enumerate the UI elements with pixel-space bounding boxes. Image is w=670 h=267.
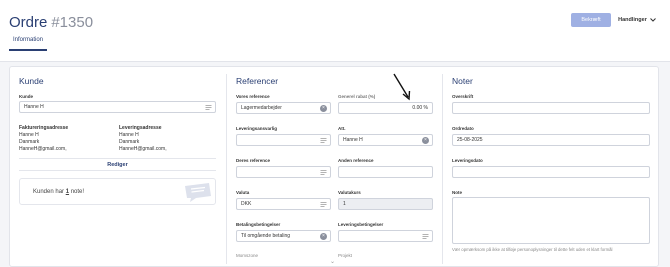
delivery-line: HanneH@gmail.com, [119, 146, 167, 152]
momszone-label: Momszone [236, 253, 259, 258]
delivery-heading: Leveringsadresse [119, 125, 162, 131]
note-icon [185, 183, 211, 202]
list-icon [320, 202, 327, 207]
confirm-button[interactable]: Bekræft [571, 13, 611, 27]
vores-reference-label: Vores reference [236, 94, 270, 99]
valuta-value: DKK [241, 201, 252, 207]
billing-heading: Faktureringsadresse [19, 125, 69, 131]
delivery-line: Hanne H [119, 132, 139, 138]
deres-reference-label: Deres reference [236, 158, 271, 163]
anden-reference-input[interactable] [338, 166, 433, 178]
valutakurs-input: 1 [338, 198, 433, 210]
projekt-label: Projekt [338, 253, 353, 258]
generel-rabat-value: 0.00 % [412, 105, 428, 111]
page-title: Ordre #1350 [9, 14, 93, 31]
scroll-down-icon[interactable]: ⌄ [330, 258, 335, 265]
betalingsbetingelser-select[interactable]: Til omgående betaling × [236, 230, 331, 242]
vores-reference-select[interactable]: Lagermedarbejder × [236, 102, 331, 114]
list-icon [320, 170, 327, 175]
delivery-line: Danmark [119, 139, 140, 145]
kunde-select[interactable]: Hanne H [19, 101, 216, 113]
leveringsdato-input[interactable] [452, 166, 650, 178]
anden-reference-label: Anden reference [338, 158, 374, 163]
edit-button[interactable]: Rediger [19, 158, 216, 171]
overskrift-label: Overskrift [452, 94, 474, 99]
note-hint: Vær opmærksom på ikke at tilføje persono… [452, 247, 613, 252]
ordredato-label: Ordredato [452, 126, 474, 131]
actions-button-label: Handlinger [618, 17, 647, 23]
column-divider [226, 74, 227, 264]
valutakurs-label: Valutakurs [338, 190, 361, 195]
kunde-heading: Kunde [19, 76, 44, 86]
valuta-label: Valuta [236, 190, 250, 195]
att-label: Att. [338, 126, 346, 131]
tab-information[interactable]: Information [9, 37, 48, 51]
top-bar: Ordre #1350 Bekræft Handlinger Informatio… [0, 0, 670, 62]
leveringsansvarlig-label: Leveringsansvarlig [236, 126, 278, 131]
clear-icon[interactable]: × [422, 137, 429, 144]
deres-reference-select[interactable] [236, 166, 331, 178]
leveringsdato-label: Leveringsdato [452, 158, 483, 163]
customer-note-text: Kunden har 1 note! [33, 189, 84, 195]
leveringsbetingelser-label: Leveringsbetingelser [338, 222, 384, 227]
overskrift-input[interactable] [452, 102, 650, 114]
betalingsbetingelser-label: Betalingsbetingelser [236, 222, 281, 227]
kunde-label: Kunde [19, 94, 33, 99]
ordredato-value: 25-08-2025 [457, 137, 483, 143]
generel-rabat-input[interactable]: 0.00 % [338, 102, 433, 114]
list-icon [422, 234, 429, 239]
actions-button[interactable]: Handlinger [614, 13, 660, 27]
vores-reference-value: Lagermedarbejder [241, 105, 282, 111]
note-textarea[interactable] [452, 197, 650, 244]
betalingsbetingelser-value: Til omgående betaling [241, 233, 291, 239]
billing-line: Danmark [19, 139, 40, 145]
ordredato-input[interactable]: 25-08-2025 [452, 134, 650, 146]
valutakurs-value: 1 [343, 201, 346, 207]
clear-icon[interactable]: × [320, 105, 327, 112]
order-number: #1350 [51, 14, 94, 31]
list-icon [205, 105, 212, 110]
referencer-heading: Referencer [236, 76, 279, 86]
att-select[interactable]: Hanne H × [338, 134, 433, 146]
column-divider [442, 74, 443, 264]
billing-line: HanneH@gmail.com, [19, 146, 67, 152]
pointer-arrow-icon [393, 73, 411, 101]
chevron-down-icon [650, 18, 656, 22]
noter-heading: Noter [452, 76, 473, 86]
leveringsansvarlig-select[interactable] [236, 134, 331, 146]
customer-note-box[interactable]: Kunden har 1 note! [19, 178, 216, 205]
note-prefix: Kunden har [33, 189, 66, 195]
att-value: Hanne H [343, 137, 363, 143]
note-label: Note [452, 190, 462, 195]
billing-line: Hanne H [19, 132, 39, 138]
valuta-select[interactable]: DKK [236, 198, 331, 210]
generel-rabat-label: Generel rabat (%) [338, 94, 376, 99]
leveringsbetingelser-select[interactable] [338, 230, 433, 242]
kunde-value: Hanne H [24, 104, 44, 110]
list-icon [320, 138, 327, 143]
clear-icon[interactable]: × [320, 233, 327, 240]
note-suffix: note! [69, 189, 85, 195]
page-title-text: Ordre [9, 14, 48, 31]
